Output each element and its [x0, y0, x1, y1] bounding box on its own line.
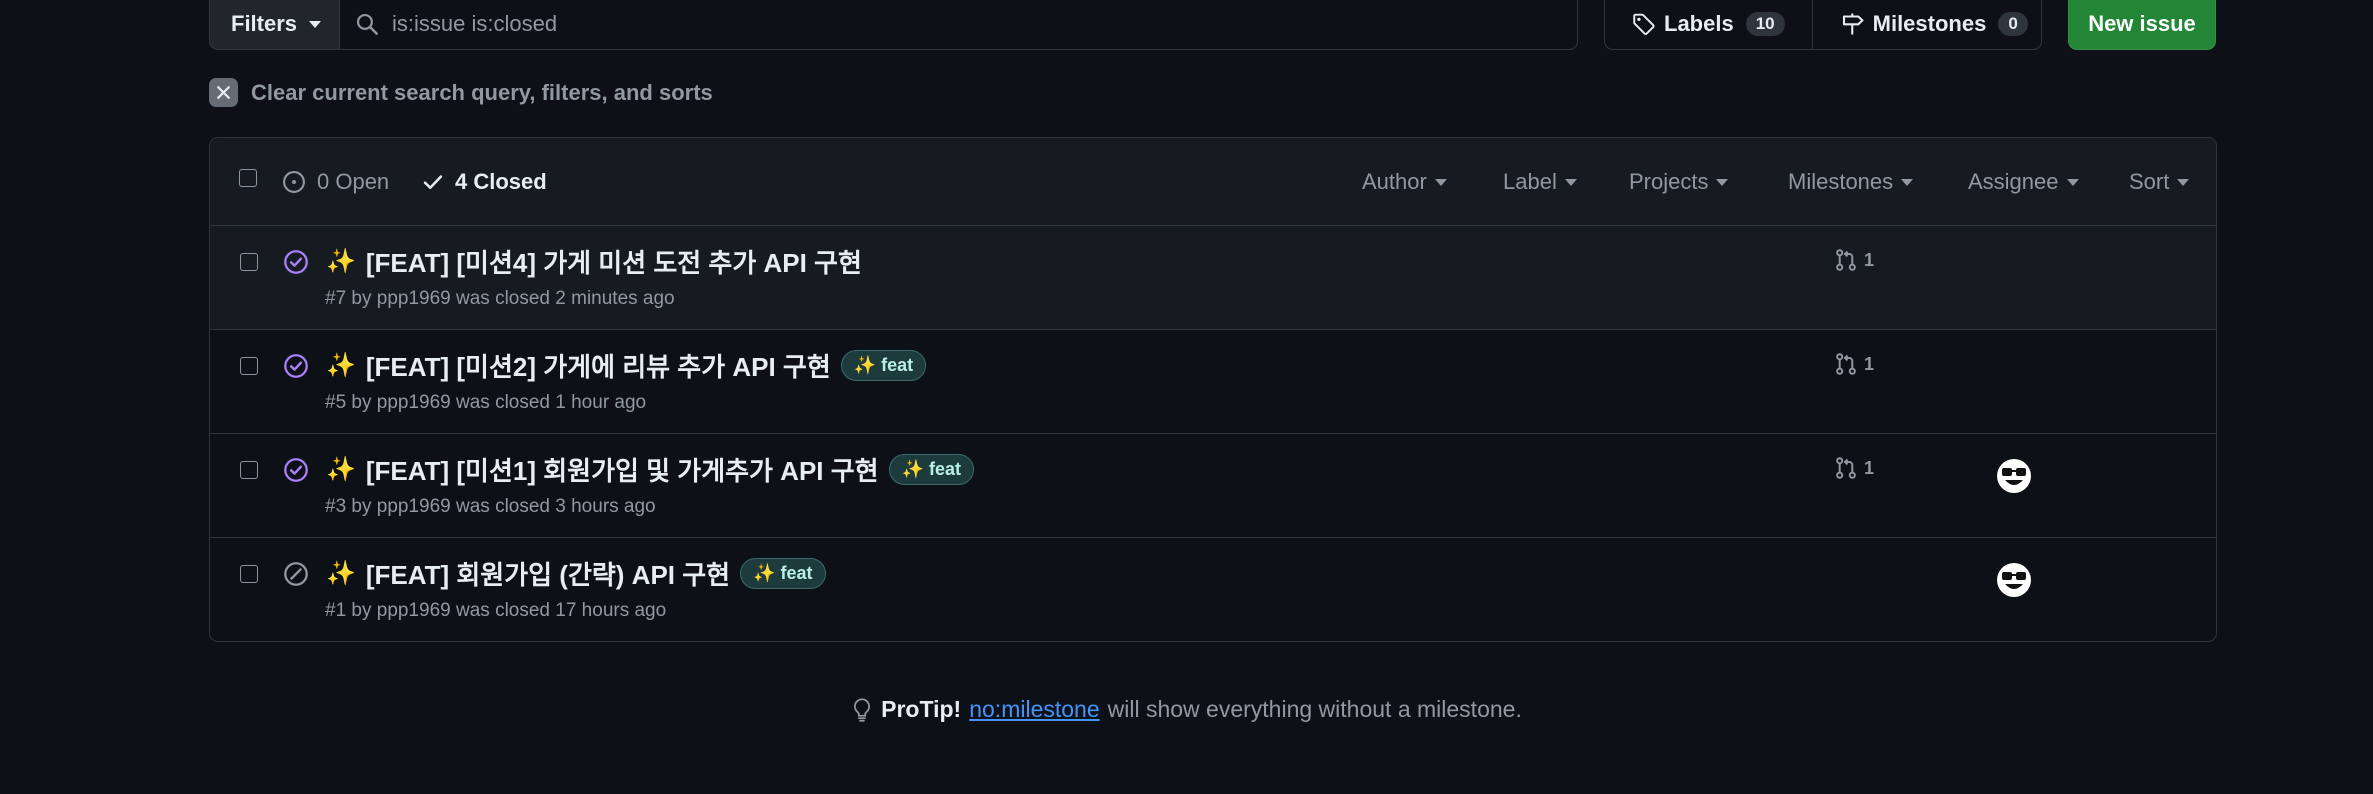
skip-icon [284, 562, 308, 586]
milestones-count: 0 [1998, 12, 2028, 36]
issue-title-link[interactable]: [FEAT] 회원가입 (간략) API 구현 [366, 555, 730, 592]
closed-count-label: 4 Closed [455, 169, 547, 194]
issues-toolbar: Filters Labels 10 [209, 0, 2216, 50]
chevron-down-icon [309, 20, 322, 28]
issue-title-link[interactable]: [FEAT] [미션2] 가게에 리뷰 추가 API 구현 [366, 347, 831, 384]
chevron-down-icon [1564, 178, 1577, 186]
new-issue-button[interactable]: New issue [2068, 0, 2216, 50]
protip-lead: ProTip! [881, 696, 962, 722]
sparkles-icon: ✨ [326, 248, 356, 275]
issues-page: Filters Labels 10 [0, 0, 2373, 794]
git-pull-request-icon [1836, 353, 1856, 375]
labels-count: 10 [1745, 12, 1785, 36]
linked-pr-link[interactable]: 1 [1834, 352, 1874, 376]
author-filter[interactable]: Author [1362, 169, 1447, 195]
sparkles-icon: ✨ [326, 352, 356, 379]
sparkles-icon: ✨ [326, 560, 356, 587]
open-issues-tab[interactable]: 0 Open [282, 169, 389, 195]
issue-title: ✨ [FEAT] [미션2] 가게에 리뷰 추가 API 구현 ✨ feat [326, 347, 927, 384]
issue-checkbox[interactable] [240, 565, 258, 583]
linked-pr-link[interactable]: 1 [1834, 456, 1874, 480]
sort-filter-label: Sort [2129, 169, 2170, 194]
check-icon [423, 175, 443, 190]
avatar[interactable] [1996, 458, 2032, 494]
avatar[interactable] [1996, 562, 2032, 598]
issue-title: ✨ [FEAT] 회원가입 (간략) API 구현 ✨ feat [326, 555, 826, 592]
author-filter-label: Author [1362, 169, 1427, 194]
issue-closed-icon [284, 458, 308, 482]
milestone-icon [1842, 13, 1864, 35]
linked-pr-count: 1 [1864, 249, 1875, 270]
labels-link[interactable]: Labels 10 [1605, 0, 1812, 49]
issue-title-link[interactable]: [FEAT] [미션4] 가게 미션 도전 추가 API 구현 [366, 243, 862, 280]
tag-icon [1633, 13, 1655, 35]
closed-issues-tab[interactable]: 4 Closed [422, 169, 547, 195]
chevron-down-icon [2177, 178, 2190, 186]
chevron-down-icon [2066, 178, 2079, 186]
select-all-checkbox[interactable] [239, 169, 257, 187]
milestones-link[interactable]: Milestones 0 [1811, 0, 2055, 49]
git-pull-request-icon [1836, 457, 1856, 479]
clear-filters-link[interactable]: Clear current search query, filters, and… [209, 78, 713, 107]
issue-row[interactable]: ✨ [FEAT] [미션2] 가게에 리뷰 추가 API 구현 ✨ feat #… [210, 330, 2216, 434]
issue-meta: #5 by ppp1969 was closed 1 hour ago [325, 392, 647, 413]
clear-filters-label: Clear current search query, filters, and… [251, 79, 713, 105]
labels-label: Labels [1664, 11, 1734, 36]
label-feat[interactable]: ✨ feat [888, 454, 975, 485]
protip: ProTip! no:milestone will show everythin… [0, 696, 2373, 729]
milestones-label: Milestones [1872, 11, 1987, 36]
chevron-down-icon [1434, 178, 1447, 186]
issue-meta: #1 by ppp1969 was closed 17 hours ago [325, 600, 667, 621]
issues-list: 0 Open 4 Closed Author Label Projects Mi… [209, 137, 2217, 642]
x-icon [209, 78, 238, 107]
search-input[interactable] [392, 11, 1577, 37]
assignee-filter-label: Assignee [1968, 169, 2059, 194]
issue-checkbox[interactable] [240, 357, 258, 375]
issue-meta: #3 by ppp1969 was closed 3 hours ago [325, 496, 656, 517]
issue-title: ✨ [FEAT] [미션4] 가게 미션 도전 추가 API 구현 [326, 243, 862, 280]
projects-filter[interactable]: Projects [1629, 169, 1729, 195]
protip-link[interactable]: no:milestone [969, 696, 1099, 723]
search-icon [356, 13, 378, 35]
git-pull-request-icon [1836, 249, 1856, 271]
filters-label: Filters [231, 11, 298, 36]
linked-pr-count: 1 [1864, 353, 1875, 374]
issue-title: ✨ [FEAT] [미션1] 회원가입 및 가게추가 API 구현 ✨ feat [326, 451, 975, 488]
assignee-filter[interactable]: Assignee [1968, 169, 2079, 195]
milestones-filter-label: Milestones [1788, 169, 1894, 194]
chevron-down-icon [1901, 178, 1914, 186]
open-count-label: 0 Open [317, 169, 390, 194]
chevron-down-icon [1716, 178, 1729, 186]
linked-pr-link[interactable]: 1 [1834, 248, 1874, 272]
issue-closed-icon [284, 250, 308, 274]
issue-row[interactable]: ✨ [FEAT] 회원가입 (간략) API 구현 ✨ feat #1 by p… [210, 538, 2216, 641]
sort-filter[interactable]: Sort [2129, 169, 2190, 195]
label-filter[interactable]: Label [1503, 169, 1577, 195]
issue-row[interactable]: ✨ [FEAT] [미션4] 가게 미션 도전 추가 API 구현 #7 by … [210, 226, 2216, 330]
search-box[interactable] [339, 0, 1578, 50]
issue-closed-icon [284, 354, 308, 378]
issue-meta: #7 by ppp1969 was closed 2 minutes ago [325, 288, 675, 309]
linked-pr-count: 1 [1864, 457, 1875, 478]
label-feat[interactable]: ✨ feat [740, 558, 826, 589]
protip-text: will show everything without a milestone… [1107, 696, 1522, 722]
issue-opened-icon [283, 171, 305, 193]
issues-list-header: 0 Open 4 Closed Author Label Projects Mi… [210, 138, 2216, 226]
sparkles-icon: ✨ [326, 456, 356, 483]
issue-title-link[interactable]: [FEAT] [미션1] 회원가입 및 가게추가 API 구현 [366, 451, 879, 488]
light-bulb-icon [854, 697, 871, 722]
projects-filter-label: Projects [1629, 169, 1709, 194]
label-filter-label: Label [1503, 169, 1557, 194]
filters-button[interactable]: Filters [209, 0, 339, 50]
labels-milestones-group: Labels 10 Milestones 0 [1604, 0, 2042, 50]
issue-row[interactable]: ✨ [FEAT] [미션1] 회원가입 및 가게추가 API 구현 ✨ feat… [210, 434, 2216, 538]
issue-checkbox[interactable] [240, 253, 258, 271]
milestones-filter[interactable]: Milestones [1788, 169, 1914, 195]
label-feat[interactable]: ✨ feat [840, 350, 927, 381]
issue-checkbox[interactable] [240, 461, 258, 479]
